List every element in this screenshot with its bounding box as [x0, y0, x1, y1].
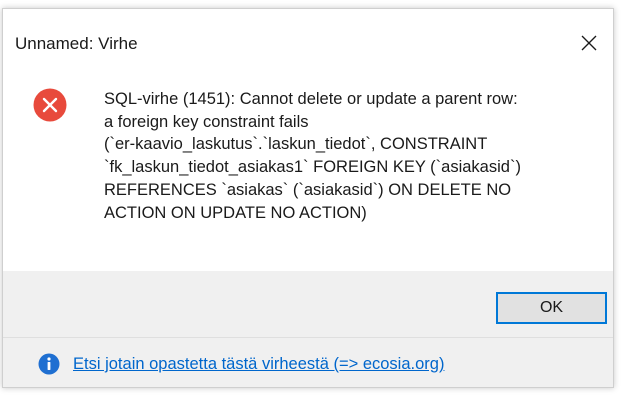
error-message: SQL-virhe (1451): Cannot delete or updat…	[104, 90, 521, 222]
close-button[interactable]	[571, 25, 607, 61]
button-bar: OK	[3, 271, 613, 337]
window-title: Unnamed: Virhe	[15, 34, 138, 53]
title-bar[interactable]: Unnamed: Virhe	[3, 9, 613, 71]
help-link[interactable]: Etsi jotain opastetta tästä virheestä (=…	[73, 353, 444, 375]
error-icon	[33, 88, 67, 122]
info-icon	[38, 353, 60, 375]
close-icon	[581, 35, 597, 51]
error-dialog: Unnamed: Virhe SQL-virhe (1451): Cannot …	[2, 8, 614, 388]
help-footer: Etsi jotain opastetta tästä virheestä (=…	[3, 337, 613, 387]
message-area: SQL-virhe (1451): Cannot delete or updat…	[3, 71, 613, 271]
ok-button[interactable]: OK	[496, 292, 607, 324]
